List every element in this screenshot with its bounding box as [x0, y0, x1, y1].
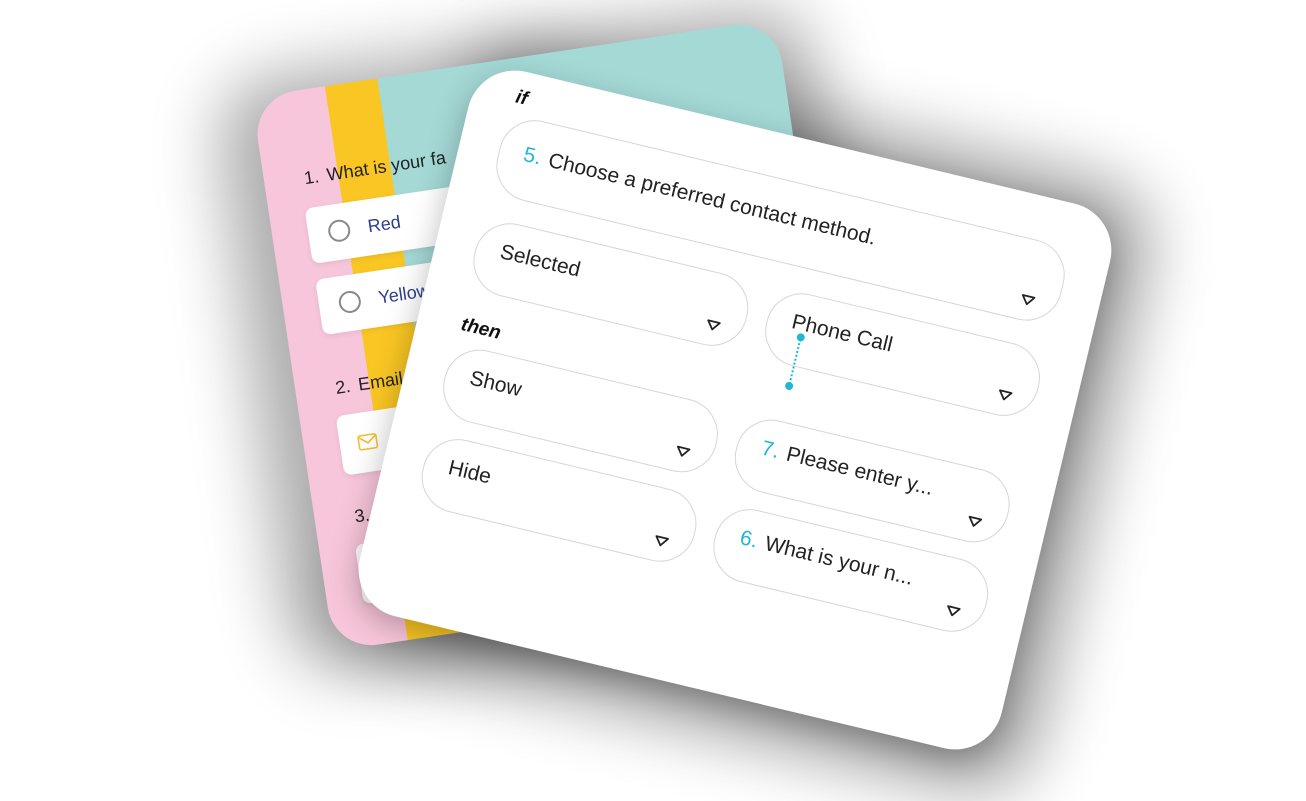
chevron-down-icon	[999, 389, 1013, 401]
if-label: if	[513, 86, 530, 110]
question-2-number: 2.	[333, 375, 352, 398]
question-1-number: 1.	[302, 166, 321, 189]
then-label: then	[459, 314, 503, 344]
chevron-down-icon	[1021, 294, 1036, 306]
question-1-text: What is your fa	[325, 147, 448, 185]
connector-dot-bottom	[784, 381, 794, 391]
question-label: Please enter y...	[784, 442, 936, 501]
value-text: Phone Call	[789, 310, 895, 357]
mail-icon	[357, 433, 379, 451]
target-text: 7. Please enter y...	[759, 437, 935, 501]
chevron-down-icon	[655, 535, 669, 547]
target-text: 6. What is your n...	[738, 526, 916, 591]
operator-value: Selected	[497, 240, 583, 282]
question-number: 7.	[759, 436, 782, 464]
condition-question-text: 5. Choose a preferred contact method.	[521, 143, 878, 251]
chevron-down-icon	[968, 515, 983, 527]
action-value: Hide	[446, 456, 494, 489]
question-1: 1. What is your fa	[303, 147, 448, 189]
option-label: Red	[366, 211, 403, 237]
question-label: Choose a preferred contact method.	[546, 148, 879, 250]
chevron-down-icon	[676, 445, 691, 457]
chevron-down-icon	[707, 319, 721, 331]
question-label: What is your n...	[762, 532, 916, 590]
radio-button[interactable]	[337, 289, 363, 315]
action-value: Show	[467, 366, 524, 402]
radio-button[interactable]	[326, 218, 352, 244]
question-number: 5.	[521, 142, 544, 170]
chevron-down-icon	[947, 605, 961, 617]
question-number: 6.	[737, 526, 761, 553]
